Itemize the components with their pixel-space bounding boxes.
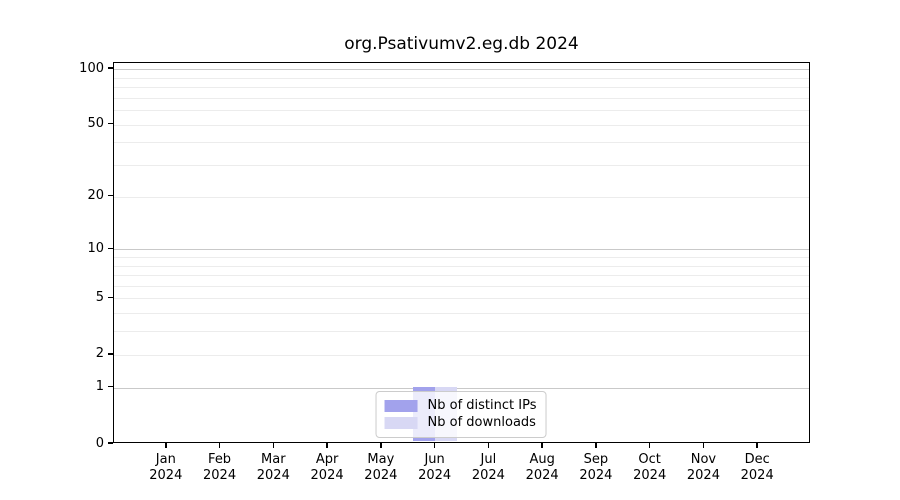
y-tick-mark (108, 385, 113, 388)
x-tick-label: Apr 2024 (297, 452, 357, 484)
y-gridline-minor (114, 87, 809, 89)
y-tick-label: 50 (87, 116, 104, 132)
x-tick-mark (756, 443, 758, 448)
x-tick-label: Feb 2024 (190, 452, 250, 484)
y-tick-label: 20 (87, 188, 104, 204)
y-tick-mark (108, 247, 113, 249)
x-tick-year: 2024 (149, 468, 183, 483)
x-tick-year: 2024 (203, 468, 237, 483)
x-tick-label: Sep 2024 (566, 452, 626, 484)
legend: Nb of distinct IPs Nb of downloads (375, 391, 547, 438)
figure: org.Psativumv2.eg.db 2024 0 1 2 5 10 20 50 100 J… (0, 0, 900, 500)
y-tick-mark (108, 67, 113, 69)
legend-label-downloads: Nb of downloads (427, 415, 536, 430)
y-gridline-minor (114, 285, 809, 287)
x-tick-mark (326, 443, 328, 448)
x-tick-year: 2024 (525, 468, 559, 483)
legend-swatch-downloads-icon (384, 416, 418, 429)
x-tick-year: 2024 (579, 468, 613, 483)
x-tick-year: 2024 (740, 468, 774, 483)
y-tick-label: 10 (87, 240, 104, 256)
x-tick-label: Aug 2024 (512, 452, 572, 484)
y-gridline-major (114, 69, 809, 71)
plot-area (113, 62, 810, 443)
x-tick-year: 2024 (633, 468, 667, 483)
y-gridline-minor (114, 265, 809, 267)
y-gridline-minor (114, 97, 809, 99)
x-tick-mark (702, 443, 705, 448)
x-tick-mark (380, 443, 382, 448)
y-gridline-minor (114, 331, 809, 333)
x-tick-mark (272, 443, 275, 448)
y-gridline-minor (114, 142, 809, 144)
y-tick-label: 0 (95, 435, 104, 451)
x-tick-label: Oct 2024 (620, 452, 680, 484)
x-tick-mark (433, 443, 436, 448)
x-tick-label: Dec 2024 (727, 452, 787, 484)
y-tick-mark (108, 296, 113, 299)
x-tick-mark (218, 443, 221, 448)
x-tick-mark (541, 443, 543, 448)
x-tick-label: Nov 2024 (673, 452, 733, 484)
x-tick-label: Jan 2024 (136, 452, 196, 484)
x-tick-label: May 2024 (351, 452, 411, 484)
y-tick-mark (108, 122, 113, 125)
y-gridline-major (114, 387, 809, 389)
y-gridline-minor (114, 256, 809, 258)
x-tick-mark (595, 443, 597, 448)
x-tick-year: 2024 (686, 468, 720, 483)
y-tick-mark (108, 194, 113, 197)
y-gridline-minor (114, 354, 809, 356)
y-tick-label: 100 (79, 60, 104, 76)
y-gridline-minor (114, 298, 809, 300)
y-gridline-major (114, 249, 809, 251)
x-tick-mark (487, 443, 490, 448)
x-tick-label: Jun 2024 (405, 452, 465, 484)
x-tick-mark (648, 443, 651, 448)
y-gridline-minor (114, 313, 809, 315)
x-tick-year: 2024 (310, 468, 344, 483)
y-tick-mark (108, 442, 113, 444)
y-gridline-minor (114, 275, 809, 277)
y-gridline-minor (114, 165, 809, 167)
x-tick-mark (165, 443, 167, 448)
y-gridline-minor (114, 124, 809, 126)
x-tick-year: 2024 (256, 468, 290, 483)
x-tick-label: Jul 2024 (458, 452, 518, 484)
y-tick-label: 2 (95, 346, 104, 362)
chart-title: org.Psativumv2.eg.db 2024 (344, 34, 579, 54)
y-gridline-minor (114, 196, 809, 198)
legend-label-distinct-ips: Nb of distinct IPs (427, 398, 537, 413)
legend-entry-distinct-ips: Nb of distinct IPs (384, 397, 537, 414)
legend-swatch-distinct-ips-icon (384, 399, 418, 412)
x-tick-year: 2024 (364, 468, 398, 483)
y-tick-mark (108, 353, 113, 355)
y-tick-label: 5 (95, 289, 104, 305)
x-tick-label: Mar 2024 (243, 452, 303, 484)
x-tick-year: 2024 (471, 468, 505, 483)
y-tick-label: 1 (95, 379, 104, 395)
y-gridline-minor (114, 77, 809, 79)
y-gridline-minor (114, 110, 809, 112)
legend-entry-downloads: Nb of downloads (384, 414, 537, 431)
x-tick-year: 2024 (418, 468, 452, 483)
